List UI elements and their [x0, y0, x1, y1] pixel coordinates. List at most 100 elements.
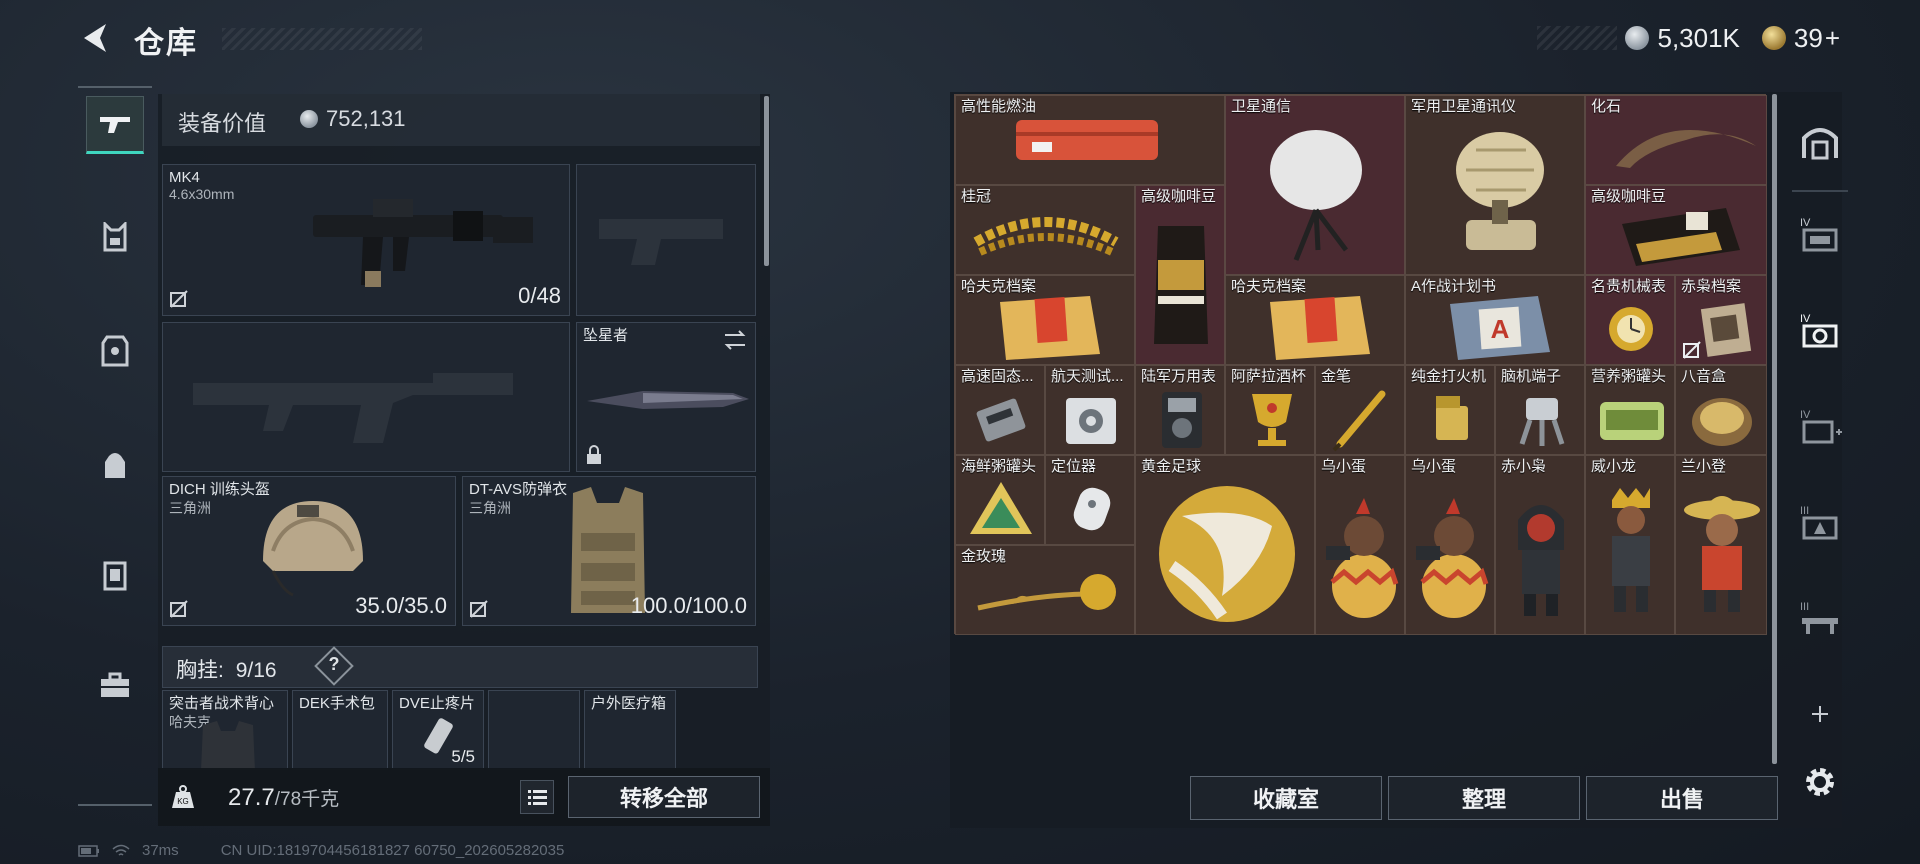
stash-grid: 高性能燃油 卫星通信 军用卫星通讯仪 化石 桂冠 高级咖啡豆 高级咖啡豆 哈夫克… [954, 94, 1767, 635]
transfer-all-button[interactable]: 转移全部 [568, 776, 760, 818]
container-icon[interactable] [86, 546, 144, 604]
no-insure-icon [470, 600, 488, 618]
stash-item[interactable]: 卫星通信 [1225, 95, 1405, 275]
title-decoration [222, 28, 422, 50]
gear-vest-icon[interactable] [86, 208, 144, 266]
coffee-bag-icon [1154, 226, 1208, 344]
item-name: 纯金打火机 [1411, 368, 1487, 385]
stash-item[interactable]: 哈夫克档案 [955, 275, 1135, 365]
item-name: 赤枭档案 [1681, 278, 1742, 295]
stash-item[interactable]: 黄金足球 [1135, 455, 1315, 635]
case-icon[interactable] [86, 656, 144, 714]
pouch-slot[interactable]: 突击者战术背心 哈夫克 [162, 690, 288, 770]
item-name: 哈夫克档案 [1231, 278, 1307, 295]
no-insure-icon [170, 600, 188, 618]
stash-item[interactable]: 航天测试... [1045, 365, 1135, 455]
tactical-vest-icon [201, 721, 255, 769]
fuel-case-icon [1016, 120, 1158, 160]
stash-item[interactable]: 威小龙 [1585, 455, 1675, 635]
stash-item[interactable]: 名贵机械表 [1585, 275, 1675, 365]
stash-item[interactable]: 高级咖啡豆 [1135, 185, 1225, 365]
item-name: A作战计划书 [1411, 278, 1497, 295]
warehouse-icon[interactable] [1794, 116, 1846, 168]
stash-item[interactable]: 定位器 [1045, 455, 1135, 545]
item-name: DEK手术包 [299, 695, 375, 712]
stash-item[interactable]: 哈夫克档案 [1225, 275, 1405, 365]
helmet-slot[interactable]: DICH 训练头盔 三角洲 35.0/35.0 [162, 476, 456, 626]
stash-item[interactable]: 高性能燃油 [955, 95, 1225, 185]
pouch-slot[interactable]: DVE止疼片 5/5 [392, 690, 484, 770]
currency-decoration [1537, 26, 1618, 50]
organize-button[interactable]: 整理 [1388, 776, 1580, 820]
stash-item[interactable]: 陆军万用表 [1135, 365, 1225, 455]
pouch-slot[interactable]: DEK手术包 [292, 690, 388, 770]
stash-item[interactable]: 赤小枭 [1495, 455, 1585, 635]
stash-item[interactable]: 军用卫星通讯仪 [1405, 95, 1585, 275]
swap-icon[interactable] [723, 329, 747, 351]
svg-text:IV: IV [1800, 217, 1811, 229]
iv-storage-icon[interactable]: IV [1794, 208, 1846, 260]
stash-item[interactable]: 兰小登 [1675, 455, 1767, 635]
stash-item[interactable]: 金玫瑰 [955, 545, 1135, 635]
list-icon [528, 790, 547, 805]
stash-item[interactable]: 脑机端子 [1495, 365, 1585, 455]
chest-rig-capacity: 9/16 [235, 659, 277, 682]
stash-item[interactable]: 高速固态... [955, 365, 1045, 455]
battery-icon [78, 844, 99, 857]
backpack-icon[interactable] [86, 436, 144, 494]
settings-icon[interactable] [1794, 756, 1846, 808]
pouch-slot[interactable]: 户外医疗箱 [584, 690, 676, 770]
stash-item[interactable]: 阿萨拉酒杯 [1225, 365, 1315, 455]
sell-button[interactable]: 出售 [1586, 776, 1778, 820]
rifle-silhouette-icon [193, 373, 513, 443]
collection-room-button[interactable]: 收藏室 [1190, 776, 1382, 820]
stash-item[interactable]: 赤枭档案 [1675, 275, 1767, 365]
item-name: 八音盒 [1681, 368, 1727, 385]
right-scrollbar[interactable] [1772, 94, 1777, 764]
stash-item[interactable]: 纯金打火机 [1405, 365, 1495, 455]
stash-item[interactable]: 乌小蛋 [1315, 455, 1405, 635]
stash-item[interactable]: 高级咖啡豆 [1585, 185, 1767, 275]
golden-ball-icon [1159, 486, 1295, 622]
melee-slot[interactable]: 坠星者 [576, 322, 756, 472]
list-view-button[interactable] [520, 780, 554, 814]
helmet-icon [263, 501, 363, 597]
slot-sub: 4.6x30mm [169, 186, 235, 202]
rifle-icon[interactable] [86, 96, 144, 154]
armor-durability: 100.0/100.0 [630, 593, 747, 618]
left-nav [78, 86, 152, 806]
back-arrow-icon[interactable] [78, 20, 114, 56]
weight-text: 27.7/78千克 [228, 784, 339, 812]
secondary-weapon-slot[interactable] [162, 322, 570, 472]
no-insure-icon [1683, 341, 1701, 359]
pistol-slot[interactable] [576, 164, 756, 316]
egg-figure-icon [1326, 498, 1399, 618]
stash-item[interactable]: 八音盒 [1675, 365, 1767, 455]
iii-tri-icon[interactable]: III [1794, 496, 1846, 548]
left-scrollbar[interactable] [764, 96, 769, 266]
gold-rose-icon [977, 574, 1116, 611]
add-gold-button[interactable]: + [1825, 23, 1840, 54]
equip-value-text: 752,131 [326, 106, 406, 131]
iv-camera-icon[interactable]: IV [1794, 304, 1846, 356]
pouch-slot-empty[interactable] [488, 690, 580, 770]
stash-item[interactable]: 桂冠 [955, 185, 1135, 275]
ping-text: 37ms [142, 842, 179, 859]
stash-item[interactable]: 营养粥罐头 [1585, 365, 1675, 455]
iv-add-icon[interactable]: IV [1794, 400, 1846, 452]
add-icon[interactable] [1794, 688, 1846, 740]
stash-item[interactable]: 海鲜粥罐头 [955, 455, 1045, 545]
lighter-icon [1436, 396, 1468, 440]
stash-item[interactable]: A作战计划书 A [1405, 275, 1585, 365]
item-name: 营养粥罐头 [1591, 368, 1667, 385]
stash-item[interactable]: 金笔 [1315, 365, 1405, 455]
stash-item[interactable]: 化石 [1585, 95, 1767, 185]
satellite-dish-icon [1270, 130, 1362, 261]
primary-weapon-slot[interactable]: MK4 4.6x30mm 0/48 [162, 164, 570, 316]
stash-item[interactable]: 乌小蛋 [1405, 455, 1495, 635]
armor-slot[interactable]: DT-AVS防弹衣 三角洲 100.0/100.0 [462, 476, 756, 626]
armor-icon[interactable] [86, 322, 144, 380]
iii-desk-icon[interactable]: III [1794, 592, 1846, 644]
svg-text:IV: IV [1800, 409, 1811, 421]
weight-value: 27.7 [228, 784, 275, 811]
